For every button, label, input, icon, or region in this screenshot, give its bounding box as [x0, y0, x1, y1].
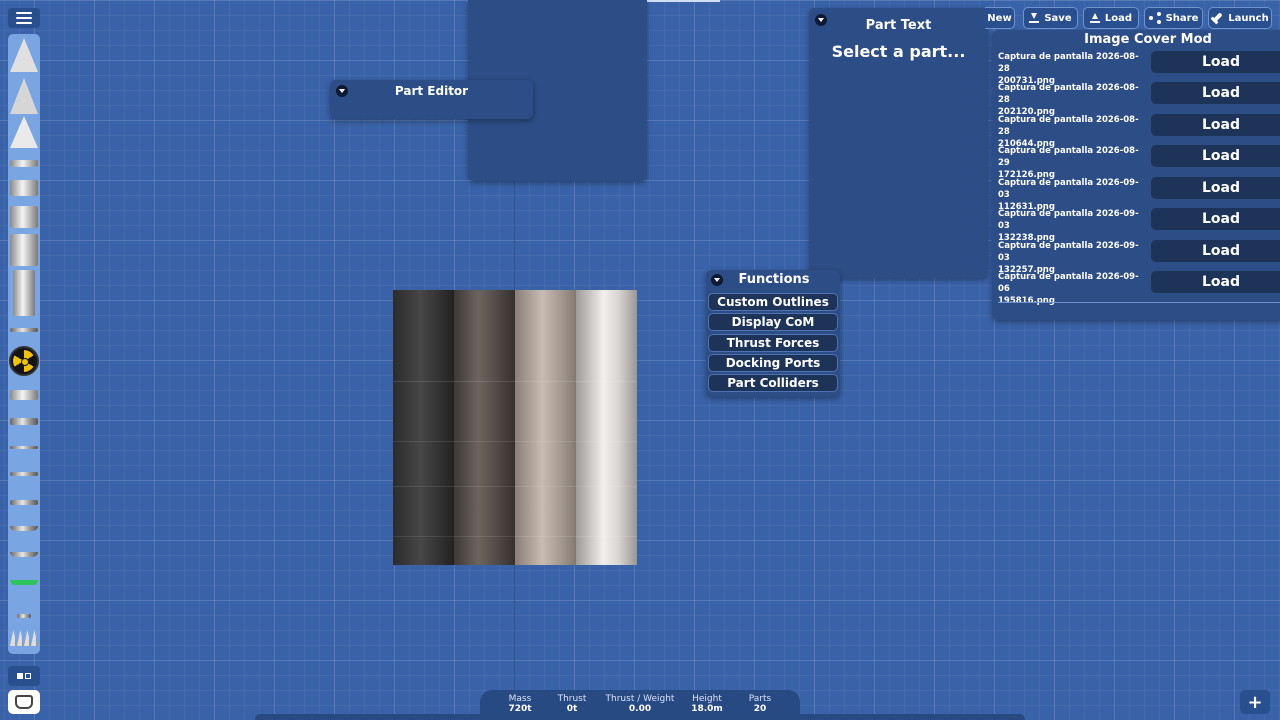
- file-name: Captura de pantalla 2026-09-03 132238.png: [998, 209, 1139, 243]
- load-button[interactable]: Load: [1151, 208, 1280, 230]
- palette-heat-shield[interactable]: [10, 526, 38, 531]
- rocket-icon: [1209, 10, 1226, 27]
- load-button[interactable]: Load: [1151, 114, 1280, 136]
- palette-small-engine[interactable]: [17, 614, 31, 618]
- load-button[interactable]: Load: [1151, 271, 1280, 293]
- load-button-label: Load: [1104, 12, 1133, 24]
- load-button[interactable]: Load: [1151, 177, 1280, 199]
- display-com-button[interactable]: Display CoM: [708, 313, 838, 331]
- custom-outlines-button[interactable]: Custom Outlines: [708, 293, 838, 311]
- parts-palette: [8, 34, 40, 654]
- parts-kit-icon: [15, 695, 33, 709]
- part-text-title: Part Text: [865, 18, 932, 33]
- part-text-panel: Part Text Select a part...: [809, 8, 988, 278]
- launch-button-label: Launch: [1228, 12, 1269, 24]
- menu-button[interactable]: [8, 8, 40, 28]
- stat-thrust: Thrust 0t: [557, 694, 587, 714]
- radiation-icon: [13, 350, 35, 372]
- file-name: Captura de pantalla 2026-08-28 202120.png: [998, 83, 1139, 117]
- load-button[interactable]: Load: [1151, 145, 1280, 167]
- file-row: Captura de pantalla 2026-08-28 200731.png…: [998, 51, 1280, 86]
- functions-title: Functions: [738, 272, 810, 287]
- fuel-tank-part[interactable]: [393, 290, 454, 565]
- palette-fuel-tank-xl[interactable]: [13, 270, 35, 316]
- part-editor-panel: Part Editor: [330, 80, 533, 119]
- palette-landing-leg-base[interactable]: [10, 552, 38, 557]
- stat-mass: Mass 720t: [508, 694, 532, 714]
- fuel-tank-part[interactable]: [515, 290, 576, 565]
- upload-icon: [1089, 13, 1100, 23]
- save-button[interactable]: Save: [1023, 7, 1078, 29]
- palette-fuel-tank-l[interactable]: [10, 234, 38, 266]
- new-button[interactable]: New: [985, 7, 1015, 29]
- palette-rtg-part[interactable]: [9, 346, 39, 376]
- palette-fuel-tank-s[interactable]: [10, 180, 38, 196]
- load-button[interactable]: Load: [1151, 240, 1280, 262]
- stat-parts: Parts 20: [748, 694, 772, 714]
- palette-engine-cluster[interactable]: [10, 630, 38, 646]
- docking-ports-button[interactable]: Docking Ports: [708, 354, 838, 372]
- file-row: Captura de pantalla 2026-09-03 112631.png…: [998, 177, 1280, 212]
- file-row: Captura de pantalla 2026-09-03 132257.png…: [998, 240, 1280, 275]
- fuel-tank-part[interactable]: [454, 290, 515, 565]
- part-editor-title: Part Editor: [394, 84, 469, 98]
- load-button[interactable]: Load: [1083, 7, 1139, 29]
- share-button-label: Share: [1165, 12, 1199, 24]
- file-name: Captura de pantalla 2026-08-29 172126.png: [998, 146, 1139, 180]
- file-row: Captura de pantalla 2026-08-28 202120.png…: [998, 82, 1280, 117]
- fuel-tank-part[interactable]: [576, 290, 637, 565]
- stat-height: Height 18.0m: [691, 694, 723, 714]
- share-icon: [1148, 12, 1161, 24]
- craft-build[interactable]: [393, 290, 637, 565]
- part-colliders-button[interactable]: Part Colliders: [708, 374, 838, 392]
- palette-fairing[interactable]: [10, 390, 38, 400]
- palette-decoupler[interactable]: [10, 446, 38, 449]
- palette-grid-fin-ring[interactable]: [10, 500, 38, 505]
- load-button[interactable]: Load: [1151, 51, 1280, 73]
- file-row: Captura de pantalla 2026-08-28 210644.png…: [998, 114, 1280, 149]
- add-button[interactable]: +: [1240, 690, 1270, 714]
- load-button[interactable]: Load: [1151, 82, 1280, 104]
- file-row: Captura de pantalla 2026-08-29 172126.png…: [998, 145, 1280, 180]
- collapse-triangle-icon[interactable]: [336, 85, 348, 97]
- palette-fuel-tank-m[interactable]: [10, 206, 38, 228]
- download-icon: [1029, 13, 1040, 23]
- craft-stats: Mass 720t Thrust 0t Thrust / Weight 0.00…: [480, 690, 800, 720]
- share-button[interactable]: Share: [1144, 7, 1203, 29]
- symmetry-button[interactable]: [8, 666, 40, 686]
- palette-nose-cone-small[interactable]: [10, 38, 38, 72]
- symmetry-icon: [17, 673, 31, 679]
- panel-divider: [998, 302, 1280, 303]
- palette-separator[interactable]: [10, 328, 38, 332]
- image-cover-mod-title: Image Cover Mod: [1084, 32, 1212, 47]
- thrust-forces-button[interactable]: Thrust Forces: [708, 334, 838, 352]
- palette-adapter[interactable]: [10, 472, 38, 476]
- functions-panel: Functions Custom Outlines Display CoM Th…: [706, 270, 840, 397]
- launch-button[interactable]: Launch: [1208, 7, 1272, 29]
- save-button-label: Save: [1044, 12, 1072, 24]
- palette-nose-cone-half[interactable]: [10, 78, 38, 114]
- image-cover-mod-panel: Image Cover Mod Captura de pantalla 2026…: [992, 30, 1280, 320]
- palette-docking-port[interactable]: [10, 418, 38, 425]
- stat-thrust-weight: Thrust / Weight 0.00: [605, 694, 675, 714]
- part-editor-header[interactable]: Part Editor: [330, 80, 533, 102]
- new-button-label: New: [987, 12, 1012, 24]
- palette-nose-cone-large[interactable]: [10, 116, 38, 148]
- file-row: Captura de pantalla 2026-09-03 132238.png…: [998, 208, 1280, 243]
- hamburger-icon: [16, 12, 32, 14]
- palette-fuel-tank-xs[interactable]: [10, 160, 38, 167]
- part-text-subtitle: Select a part...: [831, 42, 966, 61]
- file-row: Captura de pantalla 2026-09-06 195816.png…: [998, 271, 1280, 306]
- parts-kit-button[interactable]: [8, 690, 40, 714]
- palette-green-part[interactable]: [10, 580, 38, 585]
